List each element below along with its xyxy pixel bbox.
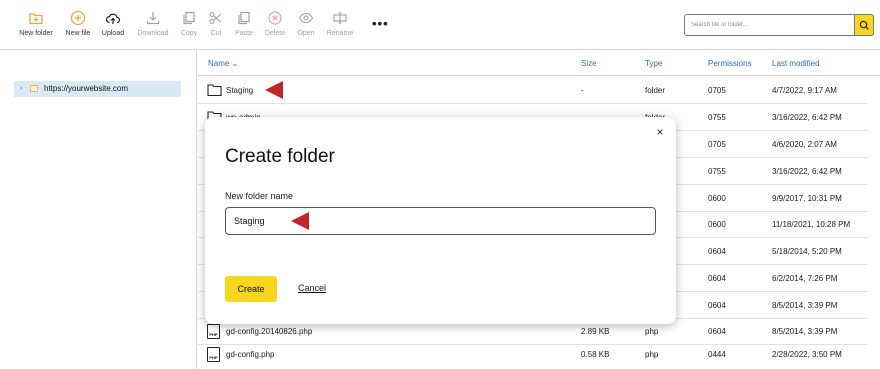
file-type: php bbox=[645, 327, 659, 336]
file-permissions: 0444 bbox=[708, 350, 726, 359]
sidebar-item-root[interactable]: › https://yourwebsite.com bbox=[14, 81, 181, 97]
folder-icon bbox=[207, 84, 222, 96]
annotation-arrow-icon bbox=[291, 212, 309, 230]
file-size: - bbox=[581, 86, 584, 95]
search-icon bbox=[859, 20, 869, 30]
download-icon bbox=[146, 12, 160, 25]
php-file-icon: PHP bbox=[207, 324, 220, 339]
table-row[interactable]: Staging - folder 0705 4/7/2022, 9:17 AM bbox=[198, 77, 867, 104]
column-size-header[interactable]: Size bbox=[581, 59, 597, 68]
file-table-header: Name ⌄ Size Type Permissions Last modifi… bbox=[198, 51, 880, 76]
file-permissions: 0604 bbox=[708, 327, 726, 336]
file-modified: 11/18/2021, 10:28 PM bbox=[772, 220, 851, 229]
file-permissions: 0705 bbox=[708, 86, 726, 95]
file-modified: 8/5/2014, 3:39 PM bbox=[772, 301, 838, 310]
search-box bbox=[684, 14, 874, 36]
more-actions-button[interactable]: ••• bbox=[372, 16, 389, 31]
search-input[interactable] bbox=[691, 18, 851, 32]
chevron-right-icon[interactable]: › bbox=[20, 81, 22, 97]
rename-label: Rename bbox=[326, 30, 354, 37]
table-row[interactable]: PHP gd-config.php 0.58 KB php 0444 2/28/… bbox=[198, 341, 867, 368]
column-permissions-header[interactable]: Permissions bbox=[708, 59, 752, 68]
file-name: gd-config.20140826.php bbox=[226, 327, 313, 336]
annotation-arrow-icon bbox=[265, 81, 283, 99]
php-file-icon: PHP bbox=[207, 347, 220, 362]
new-folder-button[interactable]: New folder bbox=[12, 10, 60, 37]
file-permissions: 0604 bbox=[708, 274, 726, 283]
file-permissions: 0755 bbox=[708, 113, 726, 122]
file-permissions: 0604 bbox=[708, 301, 726, 310]
search-button[interactable] bbox=[854, 14, 874, 36]
new-file-label: New file bbox=[65, 30, 91, 37]
sidebar-tree: › https://yourwebsite.com bbox=[0, 51, 197, 369]
create-folder-dialog: × Create folder New folder name Create C… bbox=[205, 117, 676, 324]
delete-icon bbox=[268, 11, 282, 25]
folder-name-input[interactable] bbox=[225, 207, 656, 235]
download-label: Download bbox=[137, 30, 169, 37]
file-modified: 5/18/2014, 5:20 PM bbox=[772, 247, 842, 256]
create-button[interactable]: Create bbox=[225, 276, 277, 302]
upload-icon bbox=[105, 13, 121, 24]
column-modified-header[interactable]: Last modified bbox=[772, 59, 820, 68]
file-size: 0.58 KB bbox=[581, 350, 610, 359]
file-modified: 9/9/2017, 10:31 PM bbox=[772, 194, 842, 203]
folder-name-label: New folder name bbox=[225, 191, 294, 201]
file-permissions: 0600 bbox=[708, 194, 726, 203]
file-modified: 3/16/2022, 6:42 PM bbox=[772, 113, 842, 122]
paste-icon bbox=[238, 11, 250, 25]
file-modified: 4/7/2022, 9:17 AM bbox=[772, 86, 837, 95]
file-permissions: 0600 bbox=[708, 220, 726, 229]
new-folder-icon bbox=[29, 13, 43, 25]
file-modified: 2/28/2022, 3:50 PM bbox=[772, 350, 842, 359]
file-name: gd-config.php bbox=[226, 350, 275, 359]
file-size: 2.89 KB bbox=[581, 327, 610, 336]
column-name-label: Name bbox=[208, 59, 230, 68]
column-type-header[interactable]: Type bbox=[645, 59, 662, 68]
rename-button[interactable]: Rename bbox=[316, 10, 364, 37]
folder-icon bbox=[30, 85, 38, 92]
file-type: php bbox=[645, 350, 659, 359]
open-label: Open bbox=[297, 30, 315, 37]
open-icon bbox=[298, 12, 314, 24]
file-permissions: 0604 bbox=[708, 247, 726, 256]
new-folder-label: New folder bbox=[19, 30, 53, 37]
upload-label: Upload bbox=[101, 30, 125, 37]
file-modified: 4/6/2020, 2:07 AM bbox=[772, 140, 837, 149]
column-name-header[interactable]: Name ⌄ bbox=[208, 59, 238, 68]
sort-chevron-icon: ⌄ bbox=[231, 59, 239, 68]
toolbar: New folder New file Upload Download Copy… bbox=[0, 0, 880, 50]
file-name: Staging bbox=[226, 86, 254, 95]
close-icon[interactable]: × bbox=[654, 126, 666, 138]
file-modified: 6/2/2014, 7:26 PM bbox=[772, 274, 838, 283]
rename-icon bbox=[333, 12, 347, 24]
new-file-icon bbox=[70, 10, 86, 26]
cancel-button[interactable]: Cancel bbox=[298, 283, 326, 293]
file-modified: 8/5/2014, 3:39 PM bbox=[772, 327, 838, 336]
file-permissions: 0755 bbox=[708, 167, 726, 176]
sidebar-item-label: https://yourwebsite.com bbox=[44, 84, 129, 93]
dialog-title: Create folder bbox=[225, 146, 335, 167]
file-modified: 3/16/2022, 6:42 PM bbox=[772, 167, 842, 176]
file-type: folder bbox=[645, 86, 666, 95]
file-permissions: 0705 bbox=[708, 140, 726, 149]
